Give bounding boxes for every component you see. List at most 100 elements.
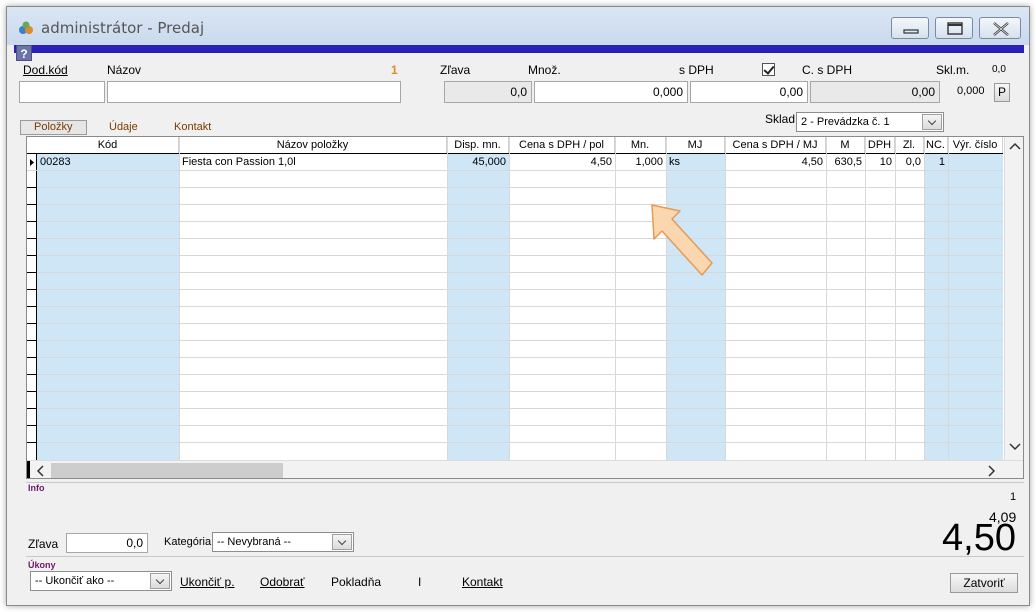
skl-m-value-top: 0,0 [992,64,1006,75]
close-button[interactable] [979,17,1021,39]
pokladna-button[interactable]: Pokladňa [331,575,381,589]
nazov-input[interactable] [107,81,401,103]
chevron-right-icon[interactable] [987,465,997,477]
cell-m[interactable]: 630,5 [826,154,865,170]
cell-cena-pol[interactable]: 4,50 [509,154,615,170]
horizontal-scrollbar[interactable] [27,460,1023,478]
cell-cena-mj[interactable]: 4,50 [725,154,826,170]
grid-row-line [37,306,1003,307]
cell-dph[interactable]: 10 [865,154,895,170]
pointer-arrow-icon [651,204,713,276]
row-indicator-tick [27,306,37,307]
col-header-cena-pol[interactable]: Cena s DPH / pol [509,137,615,153]
c-s-dph-field: 0,00 [810,81,940,103]
info-zlava-input[interactable]: 0,0 [66,533,148,553]
grid-row-line [37,442,1003,443]
ukoncit-p-button[interactable]: Ukončiť p. [180,575,235,589]
chevron-down-icon [332,534,352,550]
separator: I [418,575,422,589]
window-title: administrátor - Predaj [41,19,205,37]
col-header-kod[interactable]: Kód [37,137,179,153]
horizontal-scroll-thumb[interactable] [51,463,283,478]
cell-vyr-cislo[interactable] [948,154,1003,170]
kontakt-button[interactable]: Kontakt [462,575,503,589]
chevron-down-icon[interactable] [1009,442,1021,452]
row-indicator-tick [27,238,37,239]
window-content: ? Dod.kód Názov 1 Zľava Množ. s DPH C. s… [14,45,1024,601]
row-indicator-tick [27,374,37,375]
tab-kontakt[interactable]: Kontakt [174,121,211,136]
cell-nc[interactable]: 1 [924,154,948,170]
ukoncit-ako-select[interactable]: -- Ukončiť ako -- [30,571,172,591]
p-button[interactable]: P [994,83,1010,102]
col-header-vyr-cislo[interactable]: Výr. číslo [948,137,1003,153]
kod-column-bg [37,154,179,460]
row-indicator-column [27,154,37,460]
c-s-dph-label: C. s DPH [802,63,853,77]
zlava-field[interactable]: 0,0 [444,81,532,103]
kategoria-select-value: -- Nevybraná -- [217,536,291,548]
grid-row-line [37,408,1003,409]
mnoz-label: Množ. [528,63,561,77]
zatvorit-button[interactable]: Zatvoriť [950,573,1018,593]
tab-udaje[interactable]: Údaje [109,121,138,136]
kategoria-select[interactable]: -- Nevybraná -- [212,532,354,552]
odobrat-button[interactable]: Odobrať [260,575,305,589]
nazov-label: Názov [107,63,142,77]
sklad-select-value: 2 - Prevádzka č. 1 [801,116,890,128]
sklad-select[interactable]: 2 - Prevádzka č. 1 [796,112,944,132]
s-dph-label: s DPH [679,63,714,77]
row-indicator-tick [27,187,37,188]
zlava-label: Zľava [440,63,471,77]
row-indicator-tick [27,255,37,256]
kategoria-label: Kategória [164,536,212,548]
skl-m-label: Skl.m. [936,63,970,77]
vyr-column-bg [948,154,1003,460]
cell-zl[interactable]: 0,0 [895,154,924,170]
title-bar: administrátor - Predaj [7,7,1029,45]
col-header-mj[interactable]: MJ [666,137,725,153]
cell-mj[interactable]: ks [666,154,725,170]
cell-kod[interactable]: 00283 [37,154,179,170]
grid-row-line [37,187,1003,188]
s-dph-checkbox[interactable] [762,63,775,76]
row-indicator-tick [27,221,37,222]
col-header-mn[interactable]: Mn. [615,137,666,153]
predaj-window: administrátor - Predaj ? Dod.kód Názov 1… [6,6,1030,606]
col-header-dph[interactable]: DPH [865,137,895,153]
grid-row-line [37,221,1003,222]
cell-mn[interactable]: 1,000 [615,154,666,170]
row-indicator-tick [27,408,37,409]
accent-bar [14,45,1024,53]
info-label: Info [28,483,45,493]
skl-m-value: 0,000 [957,85,985,97]
cell-nazov[interactable]: Fiesta con Passion 1,0l [179,154,447,170]
col-header-disp-mn[interactable]: Disp. mn. [447,137,509,153]
vertical-scrollbar[interactable] [1004,137,1023,460]
row-indicator-tick [27,391,37,392]
minimize-button[interactable] [891,17,929,39]
s-dph-input[interactable]: 0,00 [690,81,808,103]
help-button[interactable]: ? [16,45,32,61]
chevron-left-icon[interactable] [35,465,45,477]
dod-kod-input[interactable] [19,81,105,103]
chevron-up-icon[interactable] [1009,141,1021,151]
row-indicator-tick [27,323,37,324]
col-header-nc[interactable]: NC. [924,137,948,153]
grid-row-line [37,238,1003,239]
col-header-m[interactable]: M [826,137,865,153]
maximize-button[interactable] [935,17,973,39]
grid-row-line [37,340,1003,341]
items-grid: Kód Názov položky Disp. mn. Cena s DPH /… [26,136,1024,479]
col-header-nazov[interactable]: Názov položky [179,137,447,153]
tab-polozky[interactable]: Položky [20,120,87,135]
col-header-cena-mj[interactable]: Cena s DPH / MJ [725,137,826,153]
dod-kod-label: Dod.kód [23,63,68,77]
grid-row-line [37,323,1003,324]
table-row[interactable]: 00283 Fiesta con Passion 1,0l 45,000 4,5… [27,154,1003,171]
grid-row-line [37,425,1003,426]
col-header-zl[interactable]: Zl. [895,137,924,153]
cell-disp-mn[interactable]: 45,000 [447,154,509,170]
mnozstvo-input[interactable]: 0,000 [534,81,688,103]
grid-row-line [37,357,1003,358]
